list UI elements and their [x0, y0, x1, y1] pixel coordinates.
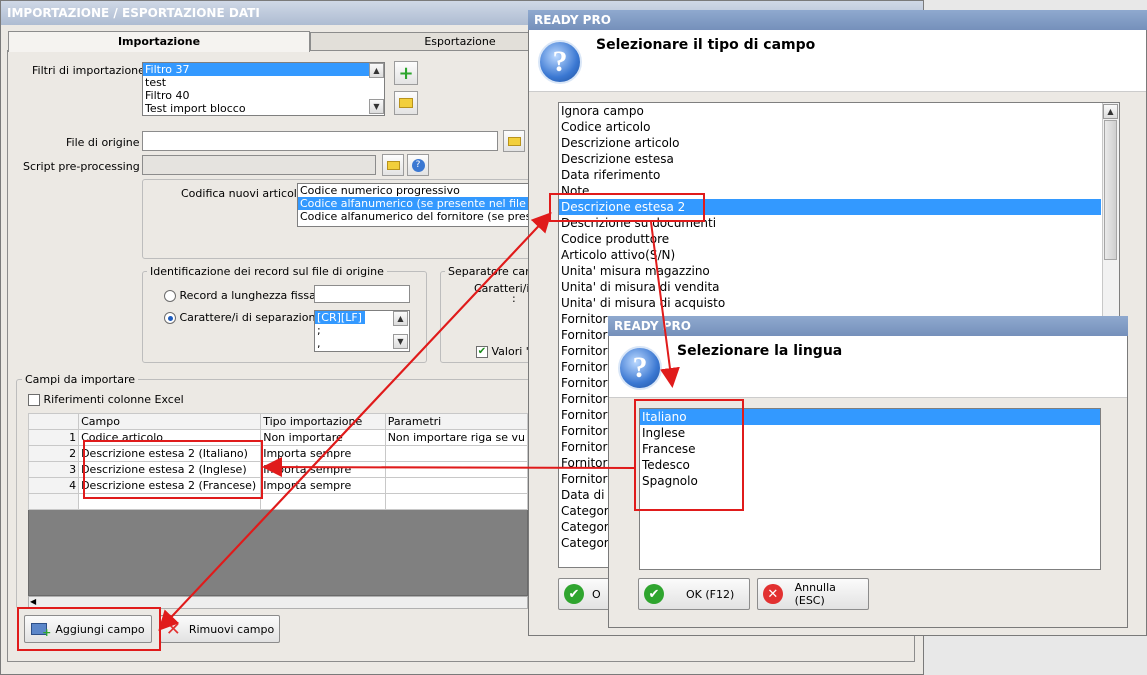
arrow-line: [262, 457, 635, 478]
annotation-arrows: [158, 212, 680, 631]
arrow-line: [650, 221, 680, 388]
arrow-line: [158, 214, 550, 631]
